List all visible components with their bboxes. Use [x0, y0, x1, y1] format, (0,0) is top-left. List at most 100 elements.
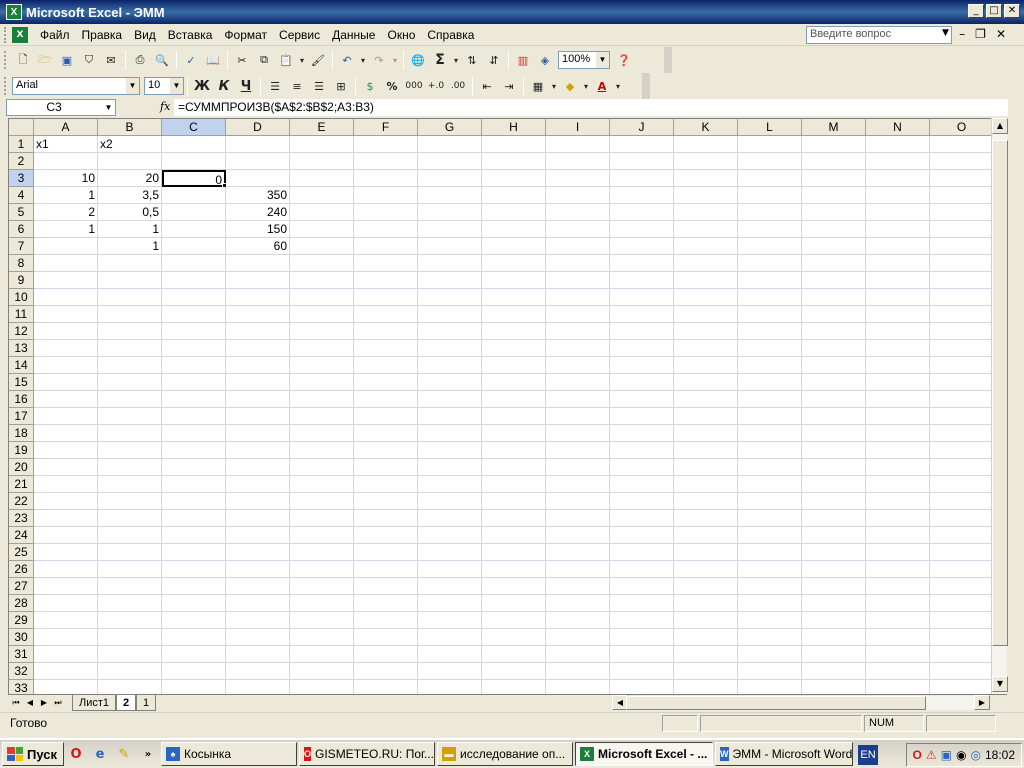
column-header-j[interactable]: J — [610, 119, 674, 136]
cell-i25[interactable] — [546, 544, 610, 561]
cell-m12[interactable] — [802, 323, 866, 340]
paste-icon[interactable]: 📋 — [276, 50, 296, 70]
cell-d19[interactable] — [226, 442, 290, 459]
cell-d24[interactable] — [226, 527, 290, 544]
column-header-c[interactable]: C — [162, 119, 226, 136]
cell-g4[interactable] — [418, 187, 482, 204]
cell-k30[interactable] — [674, 629, 738, 646]
cell-m1[interactable] — [802, 136, 866, 153]
cell-o5[interactable] — [930, 204, 991, 221]
cell-g14[interactable] — [418, 357, 482, 374]
cell-i14[interactable] — [546, 357, 610, 374]
cell-m27[interactable] — [802, 578, 866, 595]
cell-k6[interactable] — [674, 221, 738, 238]
cell-g6[interactable] — [418, 221, 482, 238]
cell-o18[interactable] — [930, 425, 991, 442]
cell-n29[interactable] — [866, 612, 930, 629]
cell-b9[interactable] — [98, 272, 162, 289]
cell-e26[interactable] — [290, 561, 354, 578]
cell-e20[interactable] — [290, 459, 354, 476]
cell-e27[interactable] — [290, 578, 354, 595]
cell-j16[interactable] — [610, 391, 674, 408]
cell-a9[interactable] — [34, 272, 98, 289]
insert-function-icon[interactable]: fx — [160, 100, 170, 113]
opera-tray-icon[interactable]: O — [913, 748, 922, 762]
cell-n23[interactable] — [866, 510, 930, 527]
cell-c3[interactable]: 0 — [162, 170, 226, 187]
cell-i27[interactable] — [546, 578, 610, 595]
cell-h21[interactable] — [482, 476, 546, 493]
cell-d31[interactable] — [226, 646, 290, 663]
cell-o19[interactable] — [930, 442, 991, 459]
cell-h24[interactable] — [482, 527, 546, 544]
cell-i19[interactable] — [546, 442, 610, 459]
cell-a7[interactable] — [34, 238, 98, 255]
taskbar-button-folder[interactable]: ▬ исследование оп... — [437, 742, 573, 766]
cell-j3[interactable] — [610, 170, 674, 187]
cell-o28[interactable] — [930, 595, 991, 612]
cell-m10[interactable] — [802, 289, 866, 306]
cell-b4[interactable]: 3,5 — [98, 187, 162, 204]
cell-m17[interactable] — [802, 408, 866, 425]
cell-k11[interactable] — [674, 306, 738, 323]
cell-l14[interactable] — [738, 357, 802, 374]
cell-j6[interactable] — [610, 221, 674, 238]
browser-icon[interactable]: e — [90, 744, 110, 764]
cell-b25[interactable] — [98, 544, 162, 561]
cell-b17[interactable] — [98, 408, 162, 425]
cell-c10[interactable] — [162, 289, 226, 306]
cell-k16[interactable] — [674, 391, 738, 408]
cell-h12[interactable] — [482, 323, 546, 340]
cell-m21[interactable] — [802, 476, 866, 493]
cell-a2[interactable] — [34, 153, 98, 170]
cell-b18[interactable] — [98, 425, 162, 442]
cell-i2[interactable] — [546, 153, 610, 170]
cell-c19[interactable] — [162, 442, 226, 459]
column-header-l[interactable]: L — [738, 119, 802, 136]
cell-d1[interactable] — [226, 136, 290, 153]
cell-c30[interactable] — [162, 629, 226, 646]
taskbar-button-gismeteo[interactable]: O GISMETEO.RU: Пог... — [299, 742, 435, 766]
cell-h29[interactable] — [482, 612, 546, 629]
cell-h33[interactable] — [482, 680, 546, 694]
cell-f8[interactable] — [354, 255, 418, 272]
cell-j7[interactable] — [610, 238, 674, 255]
cell-h2[interactable] — [482, 153, 546, 170]
menu-view[interactable]: Вид — [128, 26, 162, 44]
cell-i10[interactable] — [546, 289, 610, 306]
cell-o10[interactable] — [930, 289, 991, 306]
cell-i26[interactable] — [546, 561, 610, 578]
column-header-g[interactable]: G — [418, 119, 482, 136]
cell-d7[interactable]: 60 — [226, 238, 290, 255]
quicklaunch-more-icon[interactable]: » — [138, 744, 158, 764]
cell-k18[interactable] — [674, 425, 738, 442]
cell-g23[interactable] — [418, 510, 482, 527]
cell-h1[interactable] — [482, 136, 546, 153]
cell-e29[interactable] — [290, 612, 354, 629]
cell-d14[interactable] — [226, 357, 290, 374]
cell-m26[interactable] — [802, 561, 866, 578]
cell-h32[interactable] — [482, 663, 546, 680]
align-right-icon[interactable]: ☰ — [309, 76, 329, 96]
horizontal-scroll-thumb[interactable] — [626, 696, 926, 710]
cell-c29[interactable] — [162, 612, 226, 629]
row-header[interactable]: 33 — [9, 680, 34, 694]
cell-l23[interactable] — [738, 510, 802, 527]
cell-e2[interactable] — [290, 153, 354, 170]
cell-h16[interactable] — [482, 391, 546, 408]
cell-a11[interactable] — [34, 306, 98, 323]
help-icon[interactable]: ❓ — [614, 50, 634, 70]
row-header[interactable]: 10 — [9, 289, 34, 306]
menu-help[interactable]: Справка — [421, 26, 480, 44]
cell-m3[interactable] — [802, 170, 866, 187]
cell-f18[interactable] — [354, 425, 418, 442]
cell-l29[interactable] — [738, 612, 802, 629]
cell-k17[interactable] — [674, 408, 738, 425]
cell-l5[interactable] — [738, 204, 802, 221]
cell-b29[interactable] — [98, 612, 162, 629]
cell-l3[interactable] — [738, 170, 802, 187]
cell-e15[interactable] — [290, 374, 354, 391]
cell-o2[interactable] — [930, 153, 991, 170]
cell-n24[interactable] — [866, 527, 930, 544]
cell-n8[interactable] — [866, 255, 930, 272]
